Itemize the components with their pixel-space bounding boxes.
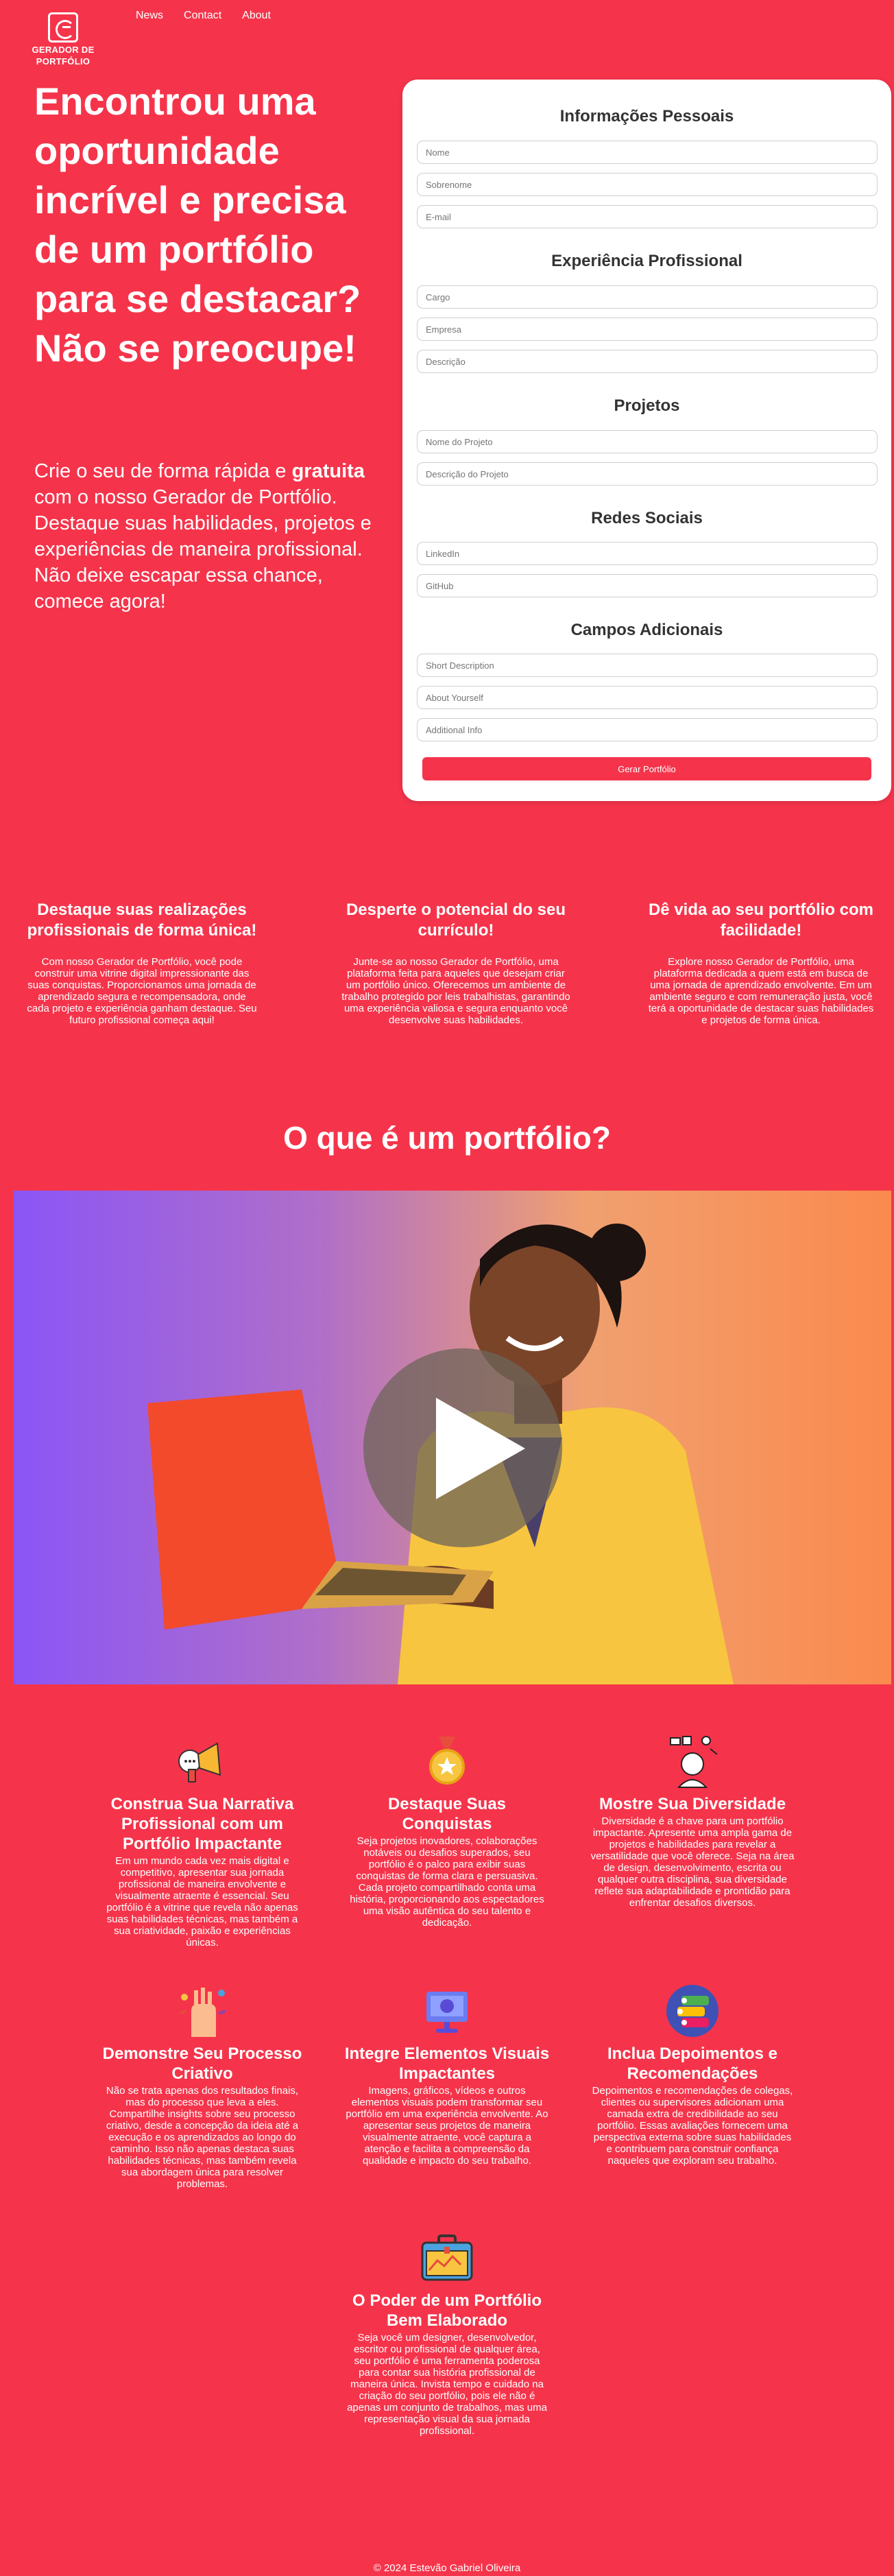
card-title: Demonstre Seu Processo Criativo bbox=[102, 2044, 302, 2083]
project-description-field[interactable] bbox=[417, 462, 878, 486]
additional-info-field[interactable] bbox=[417, 718, 878, 741]
email-field[interactable] bbox=[417, 205, 878, 228]
card-title: O Poder de um Portfólio Bem Elaborado bbox=[352, 2291, 542, 2330]
company-field[interactable] bbox=[417, 318, 878, 341]
generate-portfolio-button[interactable]: Gerar Portfólio bbox=[422, 757, 871, 780]
about-field[interactable] bbox=[417, 686, 878, 709]
section-title-experience: Experiência Profissional bbox=[551, 252, 742, 270]
portfolio-heading: O que é um portfólio? bbox=[283, 1120, 611, 1156]
hero-text-start: Crie o seu de forma rápida e bbox=[34, 460, 292, 482]
footer-copyright: © 2024 Estevão Gabriel Oliveira bbox=[373, 2562, 521, 2574]
visual-elements-icon bbox=[420, 1983, 474, 2038]
top-navigation: GERADOR DE PORTFÓLIO News Contact About bbox=[27, 8, 439, 70]
role-field[interactable] bbox=[417, 285, 878, 309]
feature-card: Dê vida ao seu portfólio com facilidade!… bbox=[644, 900, 878, 1026]
feature-text: Explore nosso Gerador de Portfólio, uma … bbox=[648, 956, 874, 1026]
section-title-additional: Campos Adicionais bbox=[570, 621, 723, 639]
section-title-personal: Informações Pessoais bbox=[559, 107, 734, 126]
info-card: Demonstre Seu Processo Criativo Não se t… bbox=[99, 1983, 305, 2190]
section-title-social: Redes Sociais bbox=[591, 509, 703, 527]
hero-title: Encontrou uma oportunidade incrível e pr… bbox=[34, 80, 361, 370]
card-text: Seja você um designer, desenvolvedor, es… bbox=[347, 2332, 547, 2437]
hero-text-end: com o nosso Gerador de Portfólio. Destaq… bbox=[34, 486, 372, 612]
medal-icon bbox=[420, 1734, 474, 1789]
creative-process-icon bbox=[175, 1983, 230, 2038]
feature-text: Com nosso Gerador de Portfólio, você pod… bbox=[27, 956, 257, 1026]
play-button-icon[interactable] bbox=[363, 1348, 562, 1547]
diversity-icon bbox=[665, 1734, 720, 1789]
project-name-field[interactable] bbox=[417, 430, 878, 453]
feature-text: Junte-se ao nosso Gerador de Portfólio, … bbox=[341, 956, 570, 1026]
portfolio-form: Informações Pessoais Experiência Profiss… bbox=[402, 80, 891, 801]
github-field[interactable] bbox=[417, 574, 878, 597]
card-text: Diversidade é a chave para um portfólio … bbox=[590, 1815, 795, 1909]
info-card: Mostre Sua Diversidade Diversidade é a c… bbox=[590, 1734, 795, 1909]
surname-field[interactable] bbox=[417, 173, 878, 196]
logo-text-line2: PORTFÓLIO bbox=[36, 56, 90, 67]
name-field[interactable] bbox=[417, 141, 878, 164]
card-text: Imagens, gráficos, vídeos e outros eleme… bbox=[346, 2085, 548, 2167]
video-player[interactable] bbox=[14, 1191, 891, 1684]
section-title-projects: Projetos bbox=[614, 396, 680, 415]
site-logo[interactable]: GERADOR DE PORTFÓLIO bbox=[27, 12, 99, 66]
briefcase-icon bbox=[420, 2230, 474, 2285]
card-text: Seja projetos inovadores, colaborações n… bbox=[350, 1835, 544, 1929]
info-card: Inclua Depoimentos e Recomendações Depoi… bbox=[590, 1983, 795, 2167]
megaphone-icon bbox=[175, 1734, 230, 1789]
nav-link-contact[interactable]: Contact bbox=[184, 10, 221, 22]
feature-title: Desperte o potencial do seu currículo! bbox=[346, 901, 566, 940]
card-text: Não se trata apenas dos resultados finai… bbox=[106, 2085, 299, 2190]
card-title: Destaque Suas Conquistas bbox=[387, 1795, 507, 1833]
card-text: Depoimentos e recomendações de colegas, … bbox=[592, 2085, 793, 2167]
nav-link-news[interactable]: News bbox=[136, 10, 163, 22]
logo-mark-icon bbox=[48, 12, 78, 43]
nav-link-about[interactable]: About bbox=[242, 10, 271, 22]
hero-text-bold: gratuita bbox=[291, 460, 365, 482]
card-title: Inclua Depoimentos e Recomendações bbox=[607, 2044, 778, 2083]
info-card: Destaque Suas Conquistas Seja projetos i… bbox=[344, 1734, 550, 1929]
testimonials-icon bbox=[665, 1983, 720, 2038]
nav-menu: News Contact About bbox=[136, 10, 271, 22]
feature-card: Desperte o potencial do seu currículo! J… bbox=[339, 900, 572, 1026]
feature-title: Dê vida ao seu portfólio com facilidade! bbox=[648, 901, 874, 940]
info-card: O Poder de um Portfólio Bem Elaborado Se… bbox=[344, 2230, 550, 2437]
hero-description: Crie o seu de forma rápida e gratuita co… bbox=[34, 458, 377, 615]
info-card: Integre Elementos Visuais Impactantes Im… bbox=[344, 1983, 550, 2167]
linkedin-field[interactable] bbox=[417, 542, 878, 565]
card-title: Construa Sua Narrativa Profissional com … bbox=[110, 1795, 294, 1853]
logo-text-line1: GERADOR DE bbox=[32, 45, 95, 55]
card-title: Mostre Sua Diversidade bbox=[599, 1795, 786, 1813]
card-text: Em um mundo cada vez mais digital e comp… bbox=[106, 1855, 298, 1948]
card-title: Integre Elementos Visuais Impactantes bbox=[344, 2044, 550, 2083]
short-description-field[interactable] bbox=[417, 654, 878, 677]
description-field[interactable] bbox=[417, 350, 878, 373]
feature-title: Destaque suas realizações profissionais … bbox=[27, 901, 257, 940]
feature-card: Destaque suas realizações profissionais … bbox=[25, 900, 258, 1026]
info-card: Construa Sua Narrativa Profissional com … bbox=[99, 1734, 305, 1948]
